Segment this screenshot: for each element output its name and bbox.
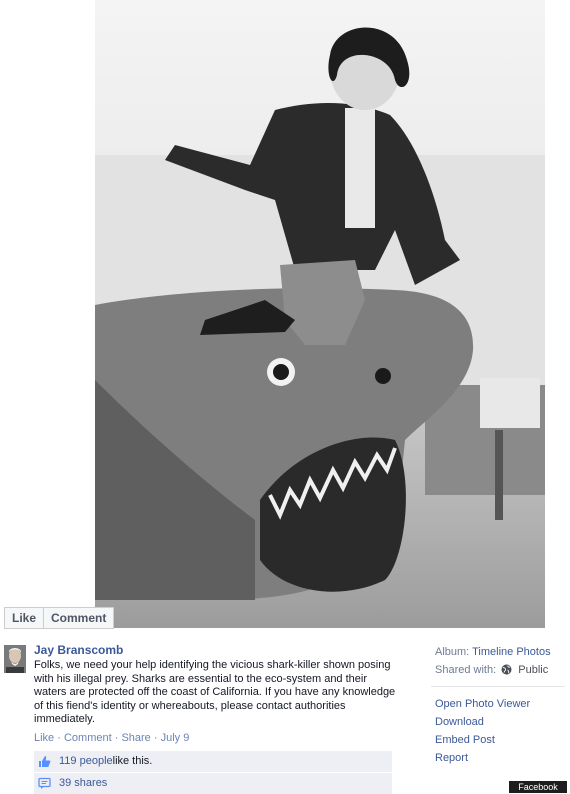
photo-options-menu: Open Photo Viewer Download Embed Post Re…	[435, 695, 565, 767]
post-author[interactable]: Jay Branscomb	[34, 643, 396, 658]
likes-count[interactable]: 119 people	[59, 755, 113, 767]
download-link[interactable]: Download	[435, 713, 565, 731]
post-body: Jay Branscomb Folks, we need your help i…	[34, 643, 396, 794]
separator: ·	[150, 731, 161, 744]
privacy-value[interactable]: Public	[518, 664, 548, 676]
photo-action-bar: Like Comment	[4, 607, 115, 629]
album-link[interactable]: Timeline Photos	[472, 646, 550, 658]
photo-sidebar: Album: Timeline Photos Shared with: Publ…	[431, 644, 565, 767]
post-like-link[interactable]: Like	[34, 732, 54, 744]
album-line: Album: Timeline Photos	[435, 644, 565, 662]
shares-count[interactable]: 39 shares	[59, 777, 107, 789]
post-photo[interactable]	[95, 0, 545, 628]
shared-label: Shared with:	[435, 664, 497, 676]
embed-post-link[interactable]: Embed Post	[435, 731, 565, 749]
photo-like-button[interactable]: Like	[4, 607, 45, 629]
open-photo-viewer-link[interactable]: Open Photo Viewer	[435, 695, 565, 713]
privacy-line: Shared with: Public	[435, 662, 565, 680]
shares-row: 39 shares	[34, 771, 392, 794]
avatar[interactable]	[4, 645, 26, 673]
avatar-image	[4, 645, 26, 673]
post-comment-link[interactable]: Comment	[64, 732, 112, 744]
feedback-box: 119 people like this. 39 shares	[34, 750, 392, 794]
post-actions: Like · Comment · Share · July 9	[34, 731, 396, 745]
separator: ·	[54, 731, 64, 744]
globe-icon[interactable]	[501, 664, 512, 680]
thumbs-up-icon	[38, 755, 51, 768]
separator: ·	[111, 731, 122, 744]
sidebar-divider	[431, 686, 565, 687]
photo-image	[95, 0, 545, 628]
photo-comment-button[interactable]: Comment	[44, 607, 115, 629]
likes-suffix: like this.	[112, 755, 153, 768]
post-date[interactable]: July 9	[161, 732, 190, 744]
likes-row: 119 people like this.	[34, 751, 392, 772]
report-link[interactable]: Report	[435, 749, 565, 767]
post-text: Folks, we need your help identifying the…	[34, 659, 396, 726]
post-share-link[interactable]: Share	[121, 732, 150, 744]
facebook-badge: Facebook	[509, 781, 567, 793]
album-label: Album:	[435, 646, 470, 658]
share-icon	[38, 777, 51, 790]
